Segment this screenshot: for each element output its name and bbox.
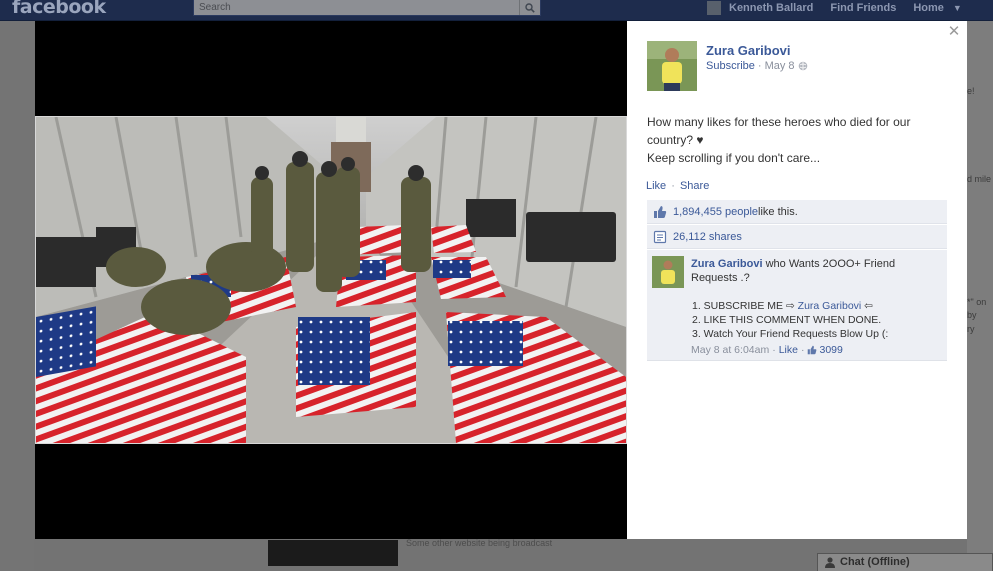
comment-line: 1. SUBSCRIBE ME ⇨ Zura Garibovi ⇦ (692, 299, 888, 313)
likes-suffix: like this. (758, 205, 798, 218)
background-fragment: d mile (967, 174, 992, 184)
author-name-link[interactable]: Zura Garibovi (706, 43, 791, 58)
thumbs-up-icon (654, 205, 667, 218)
close-icon[interactable]: ✕ (947, 24, 961, 39)
like-link[interactable]: Like (646, 180, 666, 192)
comment-timestamp[interactable]: May 8 at 6:04am (691, 344, 769, 356)
author-meta: Subscribe · May 8 (706, 60, 808, 72)
comment-like-count[interactable]: 3099 (819, 344, 842, 356)
background-fragment: by (967, 310, 977, 320)
top-navigation-bar: facebook Kenneth Ballard Find Friends Ho… (0, 0, 993, 21)
comment-footer: May 8 at 6:04am · Like · 3099 (691, 344, 843, 356)
background-fragment: e! (967, 86, 975, 96)
subscribe-link[interactable]: Subscribe (706, 60, 755, 72)
comment-instructions: 1. SUBSCRIBE ME ⇨ Zura Garibovi ⇦ 2. LIK… (692, 299, 888, 341)
caption-line: Keep scrolling if you don't care... (647, 151, 821, 165)
facebook-logo[interactable]: facebook (12, 0, 106, 18)
shares-summary: 26,112 shares (647, 225, 947, 249)
background-fragment: ry (967, 324, 975, 334)
likes-count-link[interactable]: 1,894,455 people (673, 206, 758, 218)
comment-item: Zura Garibovi who Wants 2OOO+ Friend Req… (647, 250, 947, 361)
post-actions: Like · Share (646, 180, 709, 192)
chat-bar[interactable]: Chat (Offline) (817, 553, 993, 571)
share-link[interactable]: Share (680, 180, 709, 192)
background-fragment: *" on (967, 297, 987, 307)
post-photo[interactable] (35, 116, 627, 444)
share-icon (653, 230, 667, 243)
globe-icon (798, 61, 807, 71)
comment-line-text: 1. SUBSCRIBE ME ⇨ (692, 300, 798, 312)
thumbs-up-icon (808, 345, 817, 355)
comment-line: 2. LIKE THIS COMMENT WHEN DONE. (692, 314, 882, 326)
user-name-link[interactable]: Kenneth Ballard (729, 2, 813, 14)
author-avatar[interactable] (647, 41, 697, 91)
find-friends-link[interactable]: Find Friends (830, 2, 896, 14)
meta-separator: · (757, 60, 762, 72)
background-footer-snippet: Some other website being broadcast (406, 538, 553, 548)
chat-label: Chat (Offline) (840, 556, 910, 568)
search-input[interactable] (194, 0, 499, 14)
action-separator: · (668, 180, 678, 192)
top-nav-right: Kenneth Ballard Find Friends Home ▼ (707, 0, 962, 16)
background-left-column (0, 21, 34, 571)
post-feedback: 1,894,455 people like this. 26,112 share… (647, 200, 947, 249)
footer-separator: · (800, 344, 805, 356)
chat-icon (825, 557, 835, 568)
comment-line-text: ⇦ (861, 300, 873, 312)
comment-mention-link[interactable]: Zura Garibovi (798, 300, 862, 312)
commenter-avatar[interactable] (652, 256, 684, 288)
commenter-name-link[interactable]: Zura Garibovi (691, 258, 763, 270)
likes-summary: 1,894,455 people like this. (647, 200, 947, 224)
account-menu-chevron-down-icon[interactable]: ▼ (953, 3, 962, 13)
post-caption: How many likes for these heroes who died… (647, 113, 947, 167)
background-right-column (967, 21, 993, 571)
search-icon[interactable] (519, 0, 540, 15)
caption-line: How many likes for these heroes who died… (647, 115, 914, 147)
user-avatar[interactable] (707, 1, 721, 15)
comment-text: Zura Garibovi who Wants 2OOO+ Friend Req… (691, 257, 931, 285)
post-date[interactable]: May 8 (765, 60, 795, 72)
comment-line: 3. Watch Your Friend Requests Blow Up (: (692, 328, 889, 340)
comment-like-link[interactable]: Like (779, 344, 798, 356)
shares-count-link[interactable]: 26,112 shares (673, 231, 742, 243)
background-video-thumbnail (268, 540, 398, 566)
photo-military-cargo-hold (36, 117, 626, 443)
home-link[interactable]: Home (913, 2, 944, 14)
search-box (193, 0, 541, 16)
footer-separator: · (772, 344, 776, 356)
